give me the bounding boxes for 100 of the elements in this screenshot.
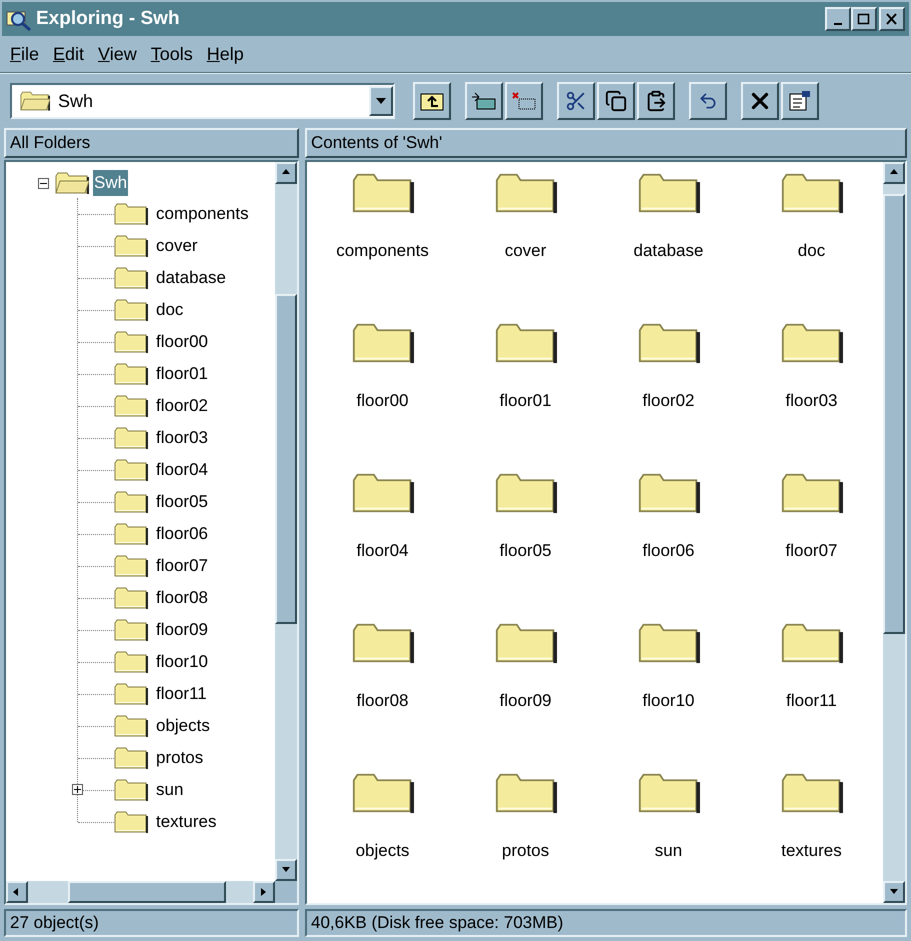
folder-item[interactable]: floor01 [454,322,597,450]
copy-button[interactable] [597,82,635,120]
expand-icon[interactable] [72,784,83,795]
folder-icon [114,267,148,289]
folder-item-label: floor06 [642,540,694,562]
vertical-scrollbar[interactable] [883,162,905,903]
tree-item[interactable]: floor06 [38,518,275,550]
folder-icon [494,322,556,364]
address-combo-box[interactable]: Swh [10,83,395,119]
folder-icon [114,587,148,609]
folder-item[interactable]: floor10 [597,622,740,750]
folder-item[interactable]: floor05 [454,472,597,600]
cut-button[interactable] [557,82,595,120]
tree-item[interactable]: objects [38,710,275,742]
tree-item[interactable]: database [38,262,275,294]
scissors-icon [565,90,587,112]
network-drive-icon [471,91,497,111]
tree-item-label: doc [156,299,184,322]
scroll-thumb[interactable] [68,881,226,903]
horizontal-scrollbar[interactable] [6,881,275,903]
folder-item[interactable]: floor04 [311,472,454,600]
scroll-arrow-button[interactable] [6,881,28,903]
folder-icon [352,322,414,364]
minimize-icon [834,23,842,25]
folder-item[interactable]: floor11 [740,622,883,750]
folder-icon [114,459,148,481]
folder-item-label: doc [798,240,826,262]
folder-item[interactable]: database [597,172,740,300]
menu-item[interactable]: Edit [53,40,84,68]
minimize-button[interactable] [825,7,851,31]
open-folder-icon [55,172,89,194]
tree-item-label: floor11 [156,683,207,706]
tree-item[interactable]: components [38,198,275,230]
tree-item[interactable]: floor09 [38,614,275,646]
menu-item[interactable]: Tools [150,40,193,68]
scroll-thumb[interactable] [275,294,297,624]
tree-item[interactable]: textures [38,806,275,838]
tree-item[interactable]: protos [38,742,275,774]
tree-item[interactable]: floor02 [38,390,275,422]
tree-item[interactable]: cover [38,230,275,262]
folder-icon [114,363,148,385]
folder-item[interactable]: textures [740,772,883,900]
dropdown-arrow-icon [376,98,386,104]
tree-item[interactable]: floor00 [38,326,275,358]
collapse-icon[interactable] [38,178,49,188]
scroll-thumb[interactable] [883,194,905,634]
menu-item[interactable]: Help [206,40,244,68]
folder-item[interactable]: floor00 [311,322,454,450]
folder-item[interactable]: protos [454,772,597,900]
tree-item[interactable]: Swh [38,168,275,198]
folder-icon [114,747,148,769]
folder-item[interactable]: floor07 [740,472,883,600]
close-button[interactable] [879,7,905,31]
scroll-arrow-button[interactable] [883,162,905,184]
tree-item[interactable]: doc [38,294,275,326]
tree-item[interactable]: sun [38,774,275,806]
copy-icon [605,90,627,112]
tree-item[interactable]: floor11 [38,678,275,710]
maximize-button[interactable] [851,7,877,31]
undo-button[interactable] [689,82,727,120]
folder-item[interactable]: floor02 [597,322,740,450]
properties-button[interactable] [781,82,819,120]
tree-item[interactable]: floor04 [38,454,275,486]
folder-item[interactable]: doc [740,172,883,300]
tree-item[interactable]: floor03 [38,422,275,454]
folder-item[interactable]: floor08 [311,622,454,750]
folder-item[interactable]: floor03 [740,322,883,450]
tree-item[interactable]: floor07 [38,550,275,582]
tree-item[interactable]: floor08 [38,582,275,614]
folder-icon [638,622,700,664]
menu-item[interactable]: View [98,40,137,68]
folder-icon [114,651,148,673]
up-folder-button[interactable] [413,82,451,120]
folder-item-label: floor10 [642,690,694,712]
tree-item[interactable]: floor10 [38,646,275,678]
delete-button[interactable] [741,82,779,120]
folder-item[interactable]: cover [454,172,597,300]
tree-item[interactable]: floor01 [38,358,275,390]
vertical-scrollbar[interactable] [275,162,297,881]
menu-item[interactable]: File [10,40,40,68]
scroll-arrow-button[interactable] [275,859,297,881]
folder-item[interactable]: components [311,172,454,300]
tree-item[interactable]: floor05 [38,486,275,518]
folder-item[interactable]: floor09 [454,622,597,750]
tree-item-label: floor04 [156,459,208,482]
maximize-icon [857,13,871,25]
folder-item[interactable]: floor06 [597,472,740,600]
map-drive-button[interactable] [465,82,503,120]
disconnect-drive-button[interactable] [505,82,543,120]
scroll-arrow-button[interactable] [883,881,905,903]
folder-icon [352,472,414,514]
folder-item[interactable]: sun [597,772,740,900]
folder-icon [780,622,842,664]
scroll-arrow-button[interactable] [253,881,275,903]
scroll-arrow-button[interactable] [275,162,297,184]
tree-item-label: objects [156,715,210,738]
tree-item-label: floor01 [156,363,208,386]
folder-item[interactable]: objects [311,772,454,900]
paste-button[interactable] [637,82,675,120]
folder-icon [494,172,556,214]
